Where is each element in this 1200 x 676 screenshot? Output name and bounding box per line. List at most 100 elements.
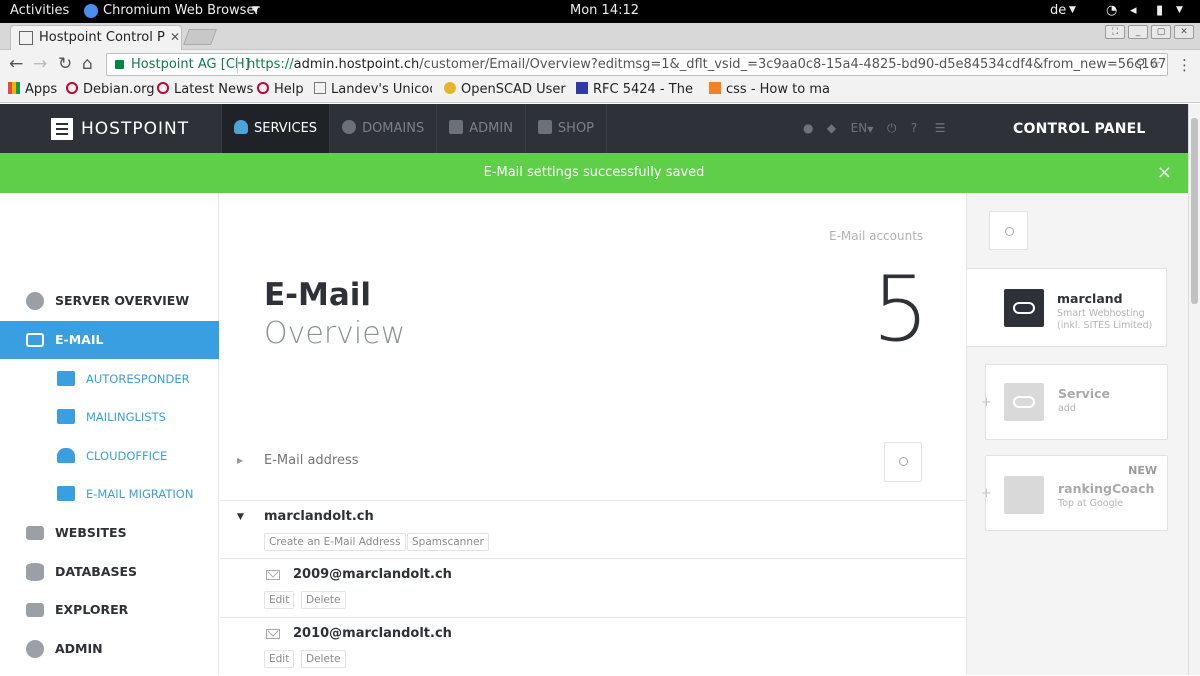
email-address[interactable]: 2010@marclandolt.ch	[293, 626, 452, 641]
sidebar-item-admin[interactable]: ADMIN	[0, 630, 219, 668]
service-name: rankingCoach	[1058, 481, 1155, 496]
page-scrollbar[interactable]	[1188, 104, 1200, 675]
service-card-marcland[interactable]: marcland Smart Webhosting (inkl. SITES Li…	[967, 268, 1167, 347]
sidebar-item-websites[interactable]: WEBSITES	[0, 514, 219, 552]
delete-button[interactable]: Delete	[301, 650, 346, 668]
email-search-input[interactable]	[264, 453, 764, 468]
migration-icon	[57, 486, 75, 501]
language-switch[interactable]: EN	[851, 121, 868, 135]
sidebar-item-server-overview[interactable]: SERVER OVERVIEW	[0, 282, 219, 320]
edit-button[interactable]: Edit	[264, 650, 295, 668]
url-text[interactable]: https://admin.hostpoint.ch/customer/Emai…	[247, 57, 1167, 72]
profile-icon[interactable]: ⛶	[1105, 25, 1125, 39]
add-service-card[interactable]: + Service add	[981, 364, 1168, 440]
bookmark-label: css - How to mak	[726, 82, 831, 97]
close-flash-icon[interactable]: ×	[1157, 153, 1172, 193]
volume-icon[interactable]: ◂	[1130, 3, 1137, 18]
bookmark-openscad[interactable]: OpenSCAD User M	[444, 82, 566, 97]
address-bar[interactable]: Hostpoint AG [CH] https://admin.hostpoin…	[106, 53, 1168, 76]
battery-icon[interactable]: ▮	[1156, 3, 1163, 18]
extension-icon[interactable]: ⚲	[1136, 57, 1146, 72]
sidebar-item-label: ADMIN	[55, 641, 103, 656]
accounts-count: 5	[872, 257, 930, 362]
bookmark-stackoverflow[interactable]: css - How to mak	[709, 82, 831, 97]
user-icon[interactable]: ●	[803, 121, 819, 135]
browser-menu-icon[interactable]: ⋮	[1177, 56, 1192, 74]
lang-arrow-icon[interactable]: ▼	[1069, 5, 1076, 15]
service-desc-line: (inkl. SITES Limited)	[1057, 320, 1153, 331]
omnibox-separator	[237, 56, 238, 73]
nav-shop[interactable]: SHOP	[524, 104, 608, 153]
rankingcoach-card[interactable]: NEW + rankingCoach Top at Google	[981, 455, 1168, 531]
envelope-icon	[266, 629, 280, 639]
sidebar-item-explorer[interactable]: EXPLORER	[0, 591, 219, 629]
app-menu-arrow-icon[interactable]: ▼	[252, 5, 259, 15]
collapse-caret-icon[interactable]: ▼	[237, 512, 244, 522]
sidebar-item-label: E-MAIL	[55, 332, 104, 347]
logo-text[interactable]: HOSTPOINT	[81, 119, 189, 139]
sidebar-item-cloudoffice[interactable]: CLOUDOFFICE	[0, 437, 219, 475]
bookmark-label: Landev's Unicode	[331, 82, 432, 97]
sidebar-item-label: WEBSITES	[55, 525, 127, 540]
bookmark-landev[interactable]: Landev's Unicode	[314, 82, 432, 97]
app-menu[interactable]: Chromium Web Browser	[103, 3, 260, 18]
sidebar-item-label: MAILINGLISTS	[86, 410, 166, 424]
bookmark-apps[interactable]: Apps	[8, 82, 68, 97]
bookmark-rfc5424[interactable]: RFC 5424 - The S	[576, 82, 694, 97]
hostpoint-logo-icon[interactable]	[51, 118, 73, 140]
service-search-button[interactable]	[989, 211, 1028, 250]
nav-label: ADMIN	[469, 121, 513, 136]
reload-icon[interactable]: ↻	[58, 54, 72, 74]
nav-services[interactable]: SERVICES	[221, 104, 330, 153]
spamscanner-button[interactable]: Spamscanner	[407, 533, 489, 551]
bookmark-label: Latest News	[174, 82, 253, 97]
tab-close-icon[interactable]: ✕	[170, 30, 180, 44]
clock[interactable]: Mon 14:12	[570, 3, 639, 18]
scrollbar-thumb[interactable]	[1191, 118, 1198, 304]
filter-toggle-icon[interactable]: ▶	[237, 456, 243, 465]
wifi-icon[interactable]: ◔	[1106, 3, 1117, 18]
create-email-button[interactable]: Create an E-Mail Address	[264, 533, 406, 551]
bookmark-star-icon[interactable]: ☆	[1149, 57, 1161, 72]
power-icon[interactable]: ⏻	[887, 121, 903, 136]
back-icon[interactable]: ←	[9, 54, 23, 74]
lang-caret-icon[interactable]: ▼	[867, 125, 879, 134]
new-tab-button[interactable]	[183, 29, 217, 45]
sidebar-item-mailinglists[interactable]: MAILINGLISTS	[0, 398, 219, 436]
debian-icon	[157, 82, 169, 94]
browser-tab[interactable]: Hostpoint Control P ✕	[10, 25, 182, 51]
bookmark-debian[interactable]: Debian.org	[66, 82, 156, 97]
keyboard-layout[interactable]: de	[1050, 3, 1066, 18]
search-button[interactable]	[884, 442, 922, 482]
chat-icon[interactable]: ◆	[827, 121, 843, 135]
sidebar-item-label: AUTORESPONDER	[86, 372, 190, 386]
help-icon[interactable]: ?	[911, 121, 927, 135]
forward-icon[interactable]: →	[33, 54, 47, 74]
sidebar-item-email-migration[interactable]: E-MAIL MIGRATION	[0, 475, 219, 513]
nav-label: SHOP	[557, 121, 595, 136]
maximize-icon[interactable]: ▢	[1151, 25, 1171, 39]
edit-button[interactable]: Edit	[264, 591, 295, 609]
browser-toolbar: ← → ↻ ⌂ Hostpoint AG [CH] https://admin.…	[0, 50, 1200, 78]
system-menu-arrow-icon[interactable]: ▼	[1176, 5, 1183, 15]
sidebar-item-databases[interactable]: DATABASES	[0, 553, 219, 591]
nav-domains[interactable]: DOMAINS	[329, 104, 436, 153]
activities-button[interactable]: Activities	[10, 3, 69, 18]
server-icon[interactable]: ☰	[935, 121, 951, 135]
gnome-top-bar: Activities Chromium Web Browser ▼ Mon 14…	[0, 0, 1200, 23]
sidebar-item-email[interactable]: E-MAIL	[0, 321, 219, 359]
email-address[interactable]: 2009@marclandolt.ch	[293, 567, 452, 582]
control-panel-title: CONTROL PANEL	[1013, 121, 1146, 137]
sidebar: SERVER OVERVIEW E-MAIL AUTORESPONDER MAI…	[0, 193, 219, 675]
nav-admin[interactable]: ADMIN	[436, 104, 525, 153]
delete-button[interactable]: Delete	[301, 591, 346, 609]
site-identity[interactable]: Hostpoint AG [CH]	[131, 57, 250, 72]
home-icon[interactable]: ⌂	[82, 54, 93, 74]
sidebar-item-autoresponder[interactable]: AUTORESPONDER	[0, 360, 219, 398]
success-flash-message: E-Mail settings successfully saved ×	[0, 153, 1188, 193]
close-window-icon[interactable]: ✕	[1174, 25, 1194, 39]
minimize-icon[interactable]: _	[1128, 25, 1148, 39]
bookmark-help[interactable]: Help	[257, 82, 307, 97]
bookmark-latest-news[interactable]: Latest News	[157, 82, 253, 97]
service-name: marcland	[1057, 291, 1123, 306]
